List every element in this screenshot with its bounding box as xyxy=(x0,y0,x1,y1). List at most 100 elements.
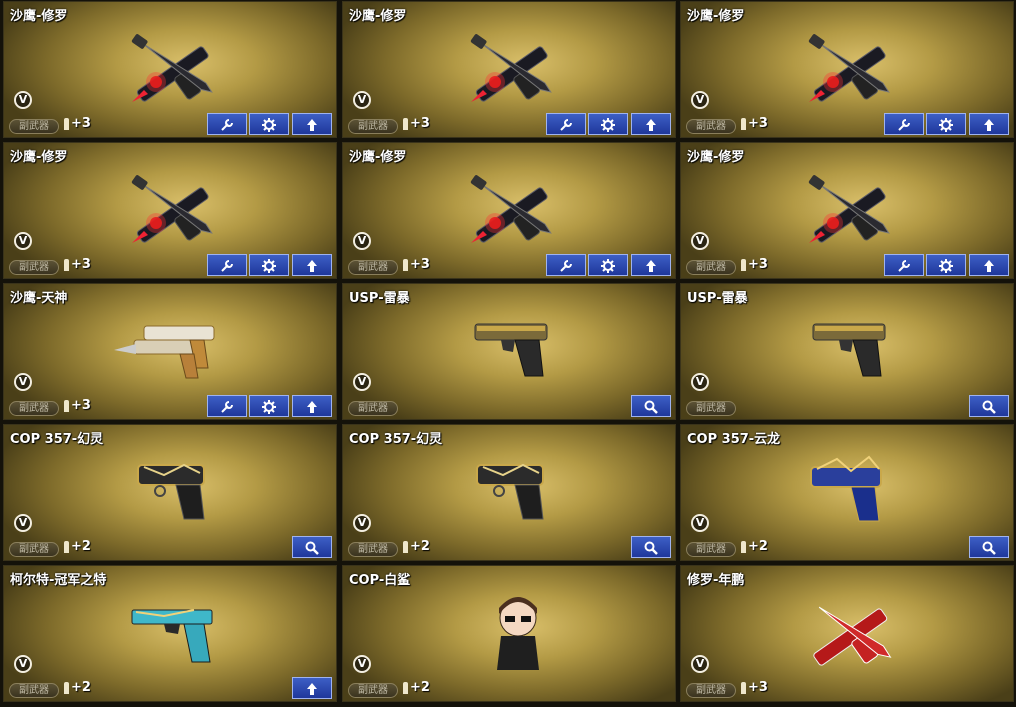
inspect-button[interactable] xyxy=(969,536,1009,558)
weapon-name: 沙鹰-修罗 xyxy=(687,9,745,24)
arrow-up-icon xyxy=(970,258,1008,274)
weapon-image xyxy=(781,165,931,255)
weapon-type-tag: 副武器 xyxy=(348,542,398,557)
search-icon xyxy=(293,540,331,556)
gear-icon xyxy=(589,117,627,133)
inspect-button[interactable] xyxy=(969,395,1009,417)
repair-button[interactable] xyxy=(207,395,247,417)
weapon-card[interactable]: 沙鹰-修罗 V 副武器 +3 xyxy=(680,1,1014,138)
wrench-icon xyxy=(885,258,923,274)
repair-button[interactable] xyxy=(546,113,586,135)
settings-button[interactable] xyxy=(249,395,289,417)
enhance-level: +2 xyxy=(71,680,91,695)
inspect-button[interactable] xyxy=(631,395,671,417)
arrow-up-icon xyxy=(632,117,670,133)
settings-button[interactable] xyxy=(926,254,966,276)
repair-button[interactable] xyxy=(884,113,924,135)
search-icon xyxy=(970,540,1008,556)
bullet-icon xyxy=(64,259,69,271)
search-icon xyxy=(970,399,1008,415)
upgrade-button[interactable] xyxy=(292,395,332,417)
gear-icon xyxy=(927,117,965,133)
weapon-card[interactable]: 沙鹰-修罗 V 副武器 +3 xyxy=(3,142,337,279)
weapon-card[interactable]: 沙鹰-天神 V 副武器 +3 xyxy=(3,283,337,420)
weapon-card[interactable]: COP-白鲨 V 副武器 +2 xyxy=(342,565,676,702)
weapon-card[interactable]: 沙鹰-修罗 V 副武器 +3 xyxy=(680,142,1014,279)
upgrade-button[interactable] xyxy=(631,254,671,276)
weapon-image xyxy=(443,24,593,114)
weapon-card[interactable]: 沙鹰-修罗 V 副武器 +3 xyxy=(3,1,337,138)
settings-button[interactable] xyxy=(588,254,628,276)
weapon-type-tag: 副武器 xyxy=(9,542,59,557)
weapon-card[interactable]: 沙鹰-修罗 V 副武器 +3 xyxy=(342,142,676,279)
arrow-up-icon xyxy=(293,681,331,697)
inspect-button[interactable] xyxy=(631,536,671,558)
search-icon xyxy=(632,540,670,556)
arrow-up-icon xyxy=(293,258,331,274)
wrench-icon xyxy=(547,117,585,133)
settings-button[interactable] xyxy=(249,113,289,135)
settings-button[interactable] xyxy=(926,113,966,135)
vip-badge-icon: V xyxy=(353,514,371,532)
weapon-name: 沙鹰-修罗 xyxy=(10,150,68,165)
weapon-type-tag: 副武器 xyxy=(9,683,59,698)
vip-badge-icon: V xyxy=(353,91,371,109)
repair-button[interactable] xyxy=(884,254,924,276)
repair-button[interactable] xyxy=(207,113,247,135)
weapon-name: USP-雷暴 xyxy=(687,291,748,306)
bullet-icon xyxy=(741,682,746,694)
enhance-level: +2 xyxy=(410,680,430,695)
weapon-card[interactable]: COP 357-云龙 V 副武器 +2 xyxy=(680,424,1014,561)
enhance-level: +2 xyxy=(410,539,430,554)
settings-button[interactable] xyxy=(588,113,628,135)
weapon-card[interactable]: USP-雷暴 V 副武器 xyxy=(680,283,1014,420)
repair-button[interactable] xyxy=(546,254,586,276)
upgrade-button[interactable] xyxy=(631,113,671,135)
weapon-type-tag: 副武器 xyxy=(686,119,736,134)
weapon-inventory-grid: 沙鹰-修罗 V 副武器 +3 沙鹰-修罗 V 副武器 +3 沙鹰-修罗 V 副武… xyxy=(0,0,1016,707)
bullet-icon xyxy=(403,541,408,553)
weapon-type-tag: 副武器 xyxy=(348,119,398,134)
upgrade-button[interactable] xyxy=(292,677,332,699)
wrench-icon xyxy=(208,399,246,415)
weapon-card[interactable]: USP-雷暴 V 副武器 xyxy=(342,283,676,420)
bullet-icon xyxy=(403,118,408,130)
bullet-icon xyxy=(741,541,746,553)
vip-badge-icon: V xyxy=(14,514,32,532)
weapon-card[interactable]: 沙鹰-修罗 V 副武器 +3 xyxy=(342,1,676,138)
arrow-up-icon xyxy=(293,399,331,415)
vip-badge-icon: V xyxy=(14,91,32,109)
upgrade-button[interactable] xyxy=(292,113,332,135)
vip-badge-icon: V xyxy=(691,514,709,532)
weapon-name: 修罗-年鹏 xyxy=(687,573,745,588)
vip-badge-icon: V xyxy=(691,91,709,109)
enhance-level: +3 xyxy=(748,680,768,695)
weapon-card[interactable]: COP 357-幻灵 V 副武器 +2 xyxy=(3,424,337,561)
upgrade-button[interactable] xyxy=(292,254,332,276)
weapon-name: COP-白鲨 xyxy=(349,573,411,588)
weapon-card[interactable]: COP 357-幻灵 V 副武器 +2 xyxy=(342,424,676,561)
weapon-name: COP 357-幻灵 xyxy=(10,432,104,447)
gear-icon xyxy=(250,258,288,274)
weapon-type-tag: 副武器 xyxy=(9,260,59,275)
weapon-type-tag: 副武器 xyxy=(686,683,736,698)
bullet-icon xyxy=(741,118,746,130)
weapon-image xyxy=(104,306,254,396)
weapon-name: COP 357-幻灵 xyxy=(349,432,443,447)
weapon-image xyxy=(781,306,931,396)
enhance-level: +3 xyxy=(71,257,91,272)
weapon-image xyxy=(443,306,593,396)
repair-button[interactable] xyxy=(207,254,247,276)
bullet-icon xyxy=(741,259,746,271)
inspect-button[interactable] xyxy=(292,536,332,558)
gear-icon xyxy=(927,258,965,274)
weapon-card[interactable]: 修罗-年鹏 V 副武器 +3 xyxy=(680,565,1014,702)
settings-button[interactable] xyxy=(249,254,289,276)
weapon-card[interactable]: 柯尔特-冠军之特 V 副武器 +2 xyxy=(3,565,337,702)
weapon-image xyxy=(104,588,254,678)
upgrade-button[interactable] xyxy=(969,254,1009,276)
bullet-icon xyxy=(64,400,69,412)
bullet-icon xyxy=(403,682,408,694)
weapon-image xyxy=(781,588,931,678)
upgrade-button[interactable] xyxy=(969,113,1009,135)
